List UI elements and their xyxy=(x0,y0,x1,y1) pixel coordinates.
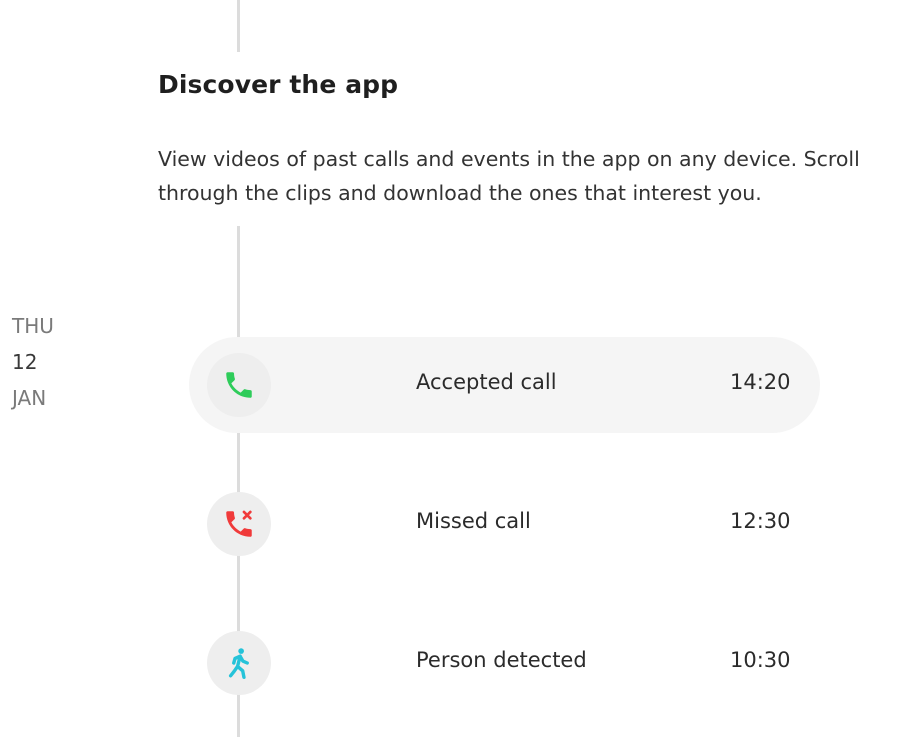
section-title: Discover the app xyxy=(158,70,399,99)
person-walking-icon xyxy=(207,631,271,695)
event-time: 12:30 xyxy=(730,509,791,533)
event-time: 10:30 xyxy=(730,648,791,672)
date-day: 12 xyxy=(12,350,38,374)
phone-accepted-icon xyxy=(207,353,271,417)
event-label: Missed call xyxy=(416,509,531,533)
description-line-1: View videos of past calls and events in … xyxy=(158,147,860,171)
timeline-line-top xyxy=(237,0,240,52)
event-item-person-detected[interactable]: Person detected 10:30 xyxy=(189,615,820,711)
date-weekday: THU xyxy=(12,314,54,338)
event-item-accepted-call[interactable]: Accepted call 14:20 xyxy=(189,337,820,433)
description-line-2: through the clips and download the ones … xyxy=(158,181,762,205)
event-time: 14:20 xyxy=(730,370,791,394)
event-label: Person detected xyxy=(416,648,587,672)
section-description: View videos of past calls and events in … xyxy=(158,142,907,210)
phone-missed-icon xyxy=(207,492,271,556)
timeline-date: THU 12 JAN xyxy=(12,308,54,416)
date-month: JAN xyxy=(12,386,47,410)
event-item-missed-call[interactable]: Missed call 12:30 xyxy=(189,476,820,572)
event-label: Accepted call xyxy=(416,370,557,394)
